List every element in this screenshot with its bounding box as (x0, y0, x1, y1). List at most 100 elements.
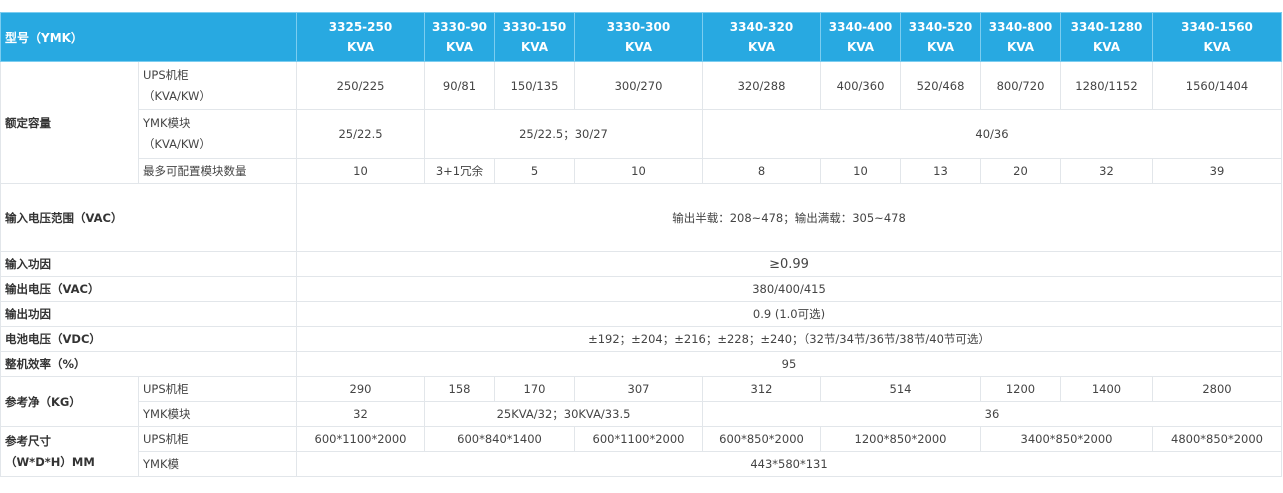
output-voltage-row: 输出电压（VAC） 380/400/415 (0, 276, 1282, 302)
rated-ymk-value: 40/36 (702, 109, 1282, 159)
model-unit: KVA (1092, 40, 1121, 54)
battery-voltage-value: ±192；±204；±216；±228；±240；（32节/34节/36节/38… (296, 326, 1282, 352)
rated-ups-value: 150/135 (494, 61, 575, 110)
model-name: 3340-1280 (1070, 20, 1143, 34)
rated-ups-value: 400/360 (820, 61, 901, 110)
input-pf-label: 输入功因 (0, 251, 297, 277)
dimensions-ups-value: 4800*850*2000 (1152, 426, 1282, 452)
model-header-2: 3330-90 KVA (424, 12, 495, 62)
rated-max-value: 32 (1060, 158, 1153, 184)
rated-ups-value: 90/81 (424, 61, 495, 110)
header-row: 型号（YMK） 3325-250 KVA 3330-90 KVA 3330-150 K… (0, 12, 1282, 62)
dimensions-label-line2: （W*D*H）MM (5, 454, 95, 469)
model-name: 3330-300 (606, 20, 671, 34)
input-pf-value: ≥0.99 (296, 251, 1282, 277)
rated-ymk-value: 25/22.5 (296, 109, 425, 159)
model-unit: KVA (520, 40, 549, 54)
weight-ups-value: 290 (296, 376, 425, 402)
output-voltage-value: 380/400/415 (296, 276, 1282, 302)
efficiency-row: 整机效率（%） 95 (0, 351, 1282, 377)
model-header-5: 3340-320 KVA (702, 12, 821, 62)
rated-max-value: 13 (900, 158, 981, 184)
ups-spec-table: 型号（YMK） 3325-250 KVA 3330-90 KVA 3330-150 K… (0, 12, 1282, 477)
weight-ups-row: 参考净（KG） UPS机柜 290 158 170 307 312 514 12… (0, 376, 1282, 427)
rated-max-value: 20 (980, 158, 1061, 184)
weight-ups-value: 170 (494, 376, 575, 402)
model-header-6: 3340-400 KVA (820, 12, 901, 62)
output-voltage-label: 输出电压（VAC） (0, 276, 297, 302)
weight-ymk-value: 25KVA/32；30KVA/33.5 (424, 401, 703, 427)
model-name: 3340-1560 (1181, 20, 1253, 34)
model-name: 3330-90 (431, 20, 488, 34)
weight-label: 参考净（KG） (0, 376, 139, 427)
model-unit: KVA (445, 40, 474, 54)
rated-ups-value: 300/270 (574, 61, 703, 110)
model-header-4: 3330-300 KVA (574, 12, 703, 62)
efficiency-label: 整机效率（%） (0, 351, 297, 377)
rated-ups-value: 250/225 (296, 61, 425, 110)
weight-ups-value: 2800 (1152, 376, 1282, 402)
weight-ymk-value: 32 (296, 401, 425, 427)
rated-ups-label: UPS机柜 （KVA/KW） (138, 61, 297, 110)
rated-ymk-label-line2: （KVA/KW） (143, 137, 211, 151)
model-unit: KVA (1006, 40, 1035, 54)
weight-ups-value: 514 (820, 376, 981, 402)
rated-ymk-value: 25/22.5；30/27 (424, 109, 703, 159)
input-voltage-label: 输入电压范围（VAC） (0, 183, 297, 252)
dimensions-ups-value: 600*840*1400 (424, 426, 575, 452)
rated-capacity-label: 额定容量 (0, 61, 139, 184)
efficiency-value: 95 (296, 351, 1282, 377)
weight-ups-value: 1400 (1060, 376, 1153, 402)
rated-ups-label-line2: （KVA/KW） (143, 88, 211, 103)
rated-max-value: 10 (820, 158, 901, 184)
rated-ymk-row: YMK模块 （KVA/KW） 25/22.5 25/22.5；30/27 40/3… (1, 109, 1282, 159)
weight-ymk-row: YMK模块 32 25KVA/32；30KVA/33.5 36 (1, 401, 1282, 427)
dimensions-ups-row: 参考尺寸 （W*D*H）MM UPS机柜 600*1100*2000 600*84… (0, 426, 1282, 477)
rated-max-value: 10 (296, 158, 425, 184)
battery-voltage-row: 电池电压（VDC） ±192；±204；±216；±228；±240；（32节/… (0, 326, 1282, 352)
battery-voltage-label: 电池电压（VDC） (0, 326, 297, 352)
weight-ymk-label: YMK模块 (138, 401, 297, 427)
model-unit: KVA (846, 40, 875, 54)
weight-ups-value: 158 (424, 376, 495, 402)
dimensions-ups-label: UPS机柜 (138, 426, 297, 452)
model-header-3: 3330-150 KVA (494, 12, 575, 62)
rated-ups-value: 1280/1152 (1060, 61, 1153, 110)
rated-ups-value: 320/288 (702, 61, 821, 110)
rated-max-value: 5 (494, 158, 575, 184)
rated-max-value: 10 (574, 158, 703, 184)
model-unit: KVA (346, 40, 375, 54)
rated-max-row: 最多可配置模块数量 10 3+1冗余 5 10 8 10 13 20 32 39 (1, 158, 1282, 184)
weight-ups-value: 1200 (980, 376, 1061, 402)
model-name: 3340-520 (908, 20, 973, 34)
input-pf-row: 输入功因 ≥0.99 (0, 251, 1282, 277)
rated-ups-label-line1: UPS机柜 (143, 67, 189, 82)
model-name: 3340-800 (988, 20, 1053, 34)
model-header-10: 3340-1560 KVA (1152, 12, 1282, 62)
rated-max-value: 8 (702, 158, 821, 184)
model-unit: KVA (747, 40, 776, 54)
weight-ups-value: 307 (574, 376, 703, 402)
rated-ymk-label-line1: YMK模块 (143, 116, 191, 130)
model-unit: KVA (926, 40, 955, 54)
input-voltage-row: 输入电压范围（VAC） 输出半载：208~478；输出满载：305~478 (0, 183, 1282, 252)
dimensions-ups-value: 1200*850*2000 (820, 426, 981, 452)
model-name: 3330-150 (502, 20, 567, 34)
model-name: 3325-250 (328, 20, 393, 34)
model-header-label: 型号（YMK） (0, 12, 297, 62)
model-name: 3340-320 (729, 20, 794, 34)
dimensions-ymk-row: YMK模 443*580*131 (1, 451, 1282, 477)
dimensions-ups-value: 600*1100*2000 (296, 426, 425, 452)
rated-ymk-label: YMK模块 （KVA/KW） (138, 109, 297, 159)
model-header-9: 3340-1280 KVA (1060, 12, 1153, 62)
model-header-7: 3340-520 KVA (900, 12, 981, 62)
model-header-8: 3340-800 KVA (980, 12, 1061, 62)
rated-max-value: 3+1冗余 (424, 158, 495, 184)
dimensions-label: 参考尺寸 （W*D*H）MM (0, 426, 139, 477)
dimensions-ymk-value: 443*580*131 (296, 451, 1282, 477)
weight-ups-value: 312 (702, 376, 821, 402)
dimensions-ymk-label: YMK模 (138, 451, 297, 477)
rated-ups-value: 520/468 (900, 61, 981, 110)
model-header-1: 3325-250 KVA (296, 12, 425, 62)
weight-ups-label: UPS机柜 (138, 376, 297, 402)
